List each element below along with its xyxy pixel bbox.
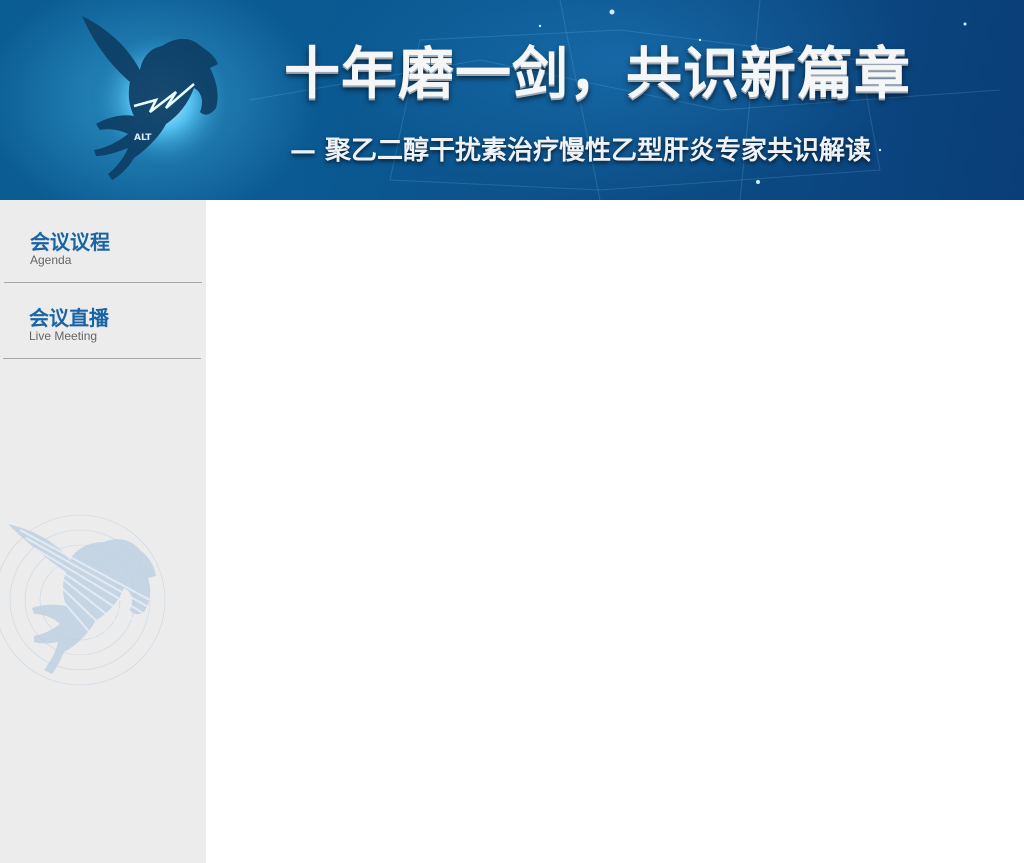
sidebar-item-sublabel: Live Meeting bbox=[29, 329, 98, 343]
header-banner: ALT 十年磨一剑，共识新篇章 — 聚乙二醇干扰素治疗慢性乙型肝炎专家共识解读 bbox=[0, 0, 1024, 200]
banner-title: 十年磨一剑，共识新篇章 bbox=[284, 42, 911, 107]
logo-text: ALT bbox=[134, 133, 152, 143]
banner-subtitle: — 聚乙二醇干扰素治疗慢性乙型肝炎专家共识解读 bbox=[290, 136, 872, 166]
sidebar-item-live-meeting[interactable]: 会议直播 Live Meeting bbox=[3, 282, 201, 359]
sidebar: 会议议程 Agenda 会议直播 Live Meeting bbox=[0, 200, 206, 863]
sidebar-item-label: 会议议程 bbox=[30, 230, 110, 254]
page: ALT 十年磨一剑，共识新篇章 — 聚乙二醇干扰素治疗慢性乙型肝炎专家共识解读 … bbox=[0, 0, 1024, 863]
main-content bbox=[206, 200, 1024, 863]
sidebar-item-label: 会议直播 bbox=[29, 306, 109, 330]
sidebar-item-sublabel: Agenda bbox=[30, 253, 72, 267]
sidebar-item-agenda[interactable]: 会议议程 Agenda bbox=[4, 206, 202, 283]
pegasus-icon: ALT bbox=[82, 16, 236, 180]
pegasus-watermark-icon bbox=[0, 514, 166, 686]
